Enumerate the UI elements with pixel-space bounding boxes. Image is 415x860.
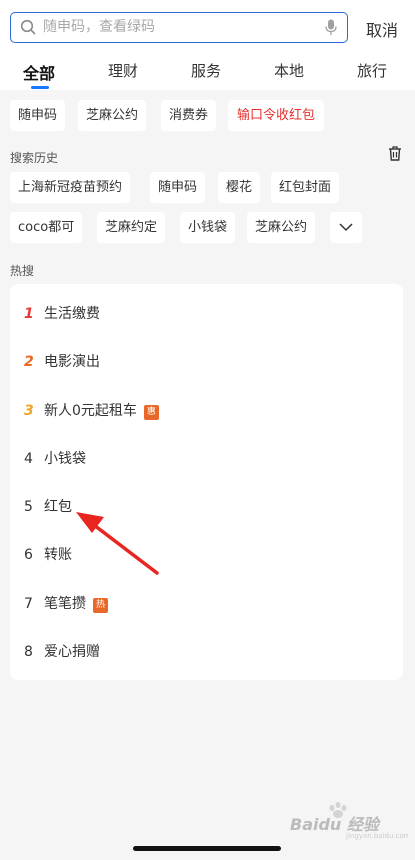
rank-number: 2	[24, 354, 34, 370]
suggestion-chip[interactable]: 消费券	[161, 100, 217, 131]
history-chip[interactable]: 芝麻约定	[97, 212, 166, 243]
baidu-watermark-logo: Baidu 经验 jingyan.baidu.com	[290, 802, 408, 840]
suggestion-chip[interactable]: 芝麻公约	[78, 100, 147, 131]
hot-search-item[interactable]: 2 电影演出	[24, 351, 100, 373]
history-chip[interactable]: 随申码	[150, 172, 206, 203]
hot-search-item[interactable]: 8 爱心捐赠	[24, 641, 100, 663]
hot-search-title: 热搜	[10, 264, 35, 278]
category-tabs: 全部 理财 服务 本地 旅行	[0, 60, 415, 84]
hot-search-item[interactable]: 4 小钱袋	[24, 448, 86, 470]
rank-number: 4	[24, 451, 33, 467]
hot-search-label: 电影演出	[44, 354, 100, 370]
search-icon	[20, 19, 36, 35]
rank-number: 3	[24, 403, 34, 419]
hot-search-label: 生活缴费	[44, 306, 100, 322]
rank-number: 1	[24, 306, 34, 322]
tab-finance[interactable]: 理财	[108, 60, 138, 81]
tab-local[interactable]: 本地	[274, 60, 304, 81]
hot-search-item[interactable]: 6 转账	[24, 544, 72, 566]
history-chip[interactable]: 红包封面	[271, 172, 340, 203]
rank-number: 8	[24, 644, 33, 660]
home-indicator	[133, 846, 281, 851]
hot-search-item[interactable]: 3 新人0元起租车惠	[24, 400, 159, 422]
trash-icon[interactable]	[388, 146, 402, 161]
tab-travel[interactable]: 旅行	[357, 60, 387, 81]
expand-history-button[interactable]	[330, 212, 362, 243]
tab-all[interactable]: 全部	[23, 60, 55, 84]
hot-badge: 热	[93, 598, 108, 613]
hot-search-list: 1 生活缴费 2 电影演出 3 新人0元起租车惠 4 小钱袋 5 红包 6 转账 7 笔笔攒热…	[10, 284, 403, 680]
watermark-url: jingyan.baidu.com	[345, 832, 408, 840]
red-packet-code-chip[interactable]: 输口令收红包	[228, 100, 325, 131]
cancel-button[interactable]: 取消	[366, 17, 398, 41]
hot-search-item-red-packet[interactable]: 5 红包	[24, 496, 72, 518]
rank-number: 6	[24, 547, 33, 563]
discount-badge: 惠	[143, 405, 159, 420]
hot-search-label: 爱心捐赠	[44, 644, 100, 660]
hot-search-label: 新人0元起租车	[44, 403, 137, 419]
tab-services[interactable]: 服务	[191, 60, 221, 81]
chevron-down-icon	[339, 223, 353, 232]
history-chip[interactable]: 樱花	[218, 172, 261, 203]
hot-search-label: 转账	[44, 547, 72, 563]
rank-number: 5	[24, 499, 33, 515]
history-chip[interactable]: 芝麻公约	[247, 212, 316, 243]
hot-search-label: 笔笔攒	[44, 596, 86, 612]
rank-number: 7	[24, 596, 33, 612]
search-input[interactable]	[43, 13, 313, 41]
header: 取消 全部 理财 服务 本地 旅行	[0, 0, 415, 90]
history-chip[interactable]: 上海新冠疫苗预约	[10, 172, 131, 203]
history-chip[interactable]: coco都可	[10, 212, 83, 243]
history-chip[interactable]: 小钱袋	[180, 212, 236, 243]
hot-search-label: 小钱袋	[44, 451, 86, 467]
suggestion-chip[interactable]: 随申码	[10, 100, 66, 131]
search-history-title: 搜索历史	[10, 151, 59, 165]
search-box[interactable]	[10, 12, 348, 43]
hot-search-item[interactable]: 1 生活缴费	[24, 303, 100, 325]
hot-search-label: 红包	[44, 499, 72, 515]
active-tab-indicator	[31, 86, 49, 89]
microphone-icon[interactable]	[325, 19, 337, 36]
watermark-text: Baidu 经验	[290, 815, 382, 834]
hot-search-item[interactable]: 7 笔笔攒热	[24, 593, 108, 615]
